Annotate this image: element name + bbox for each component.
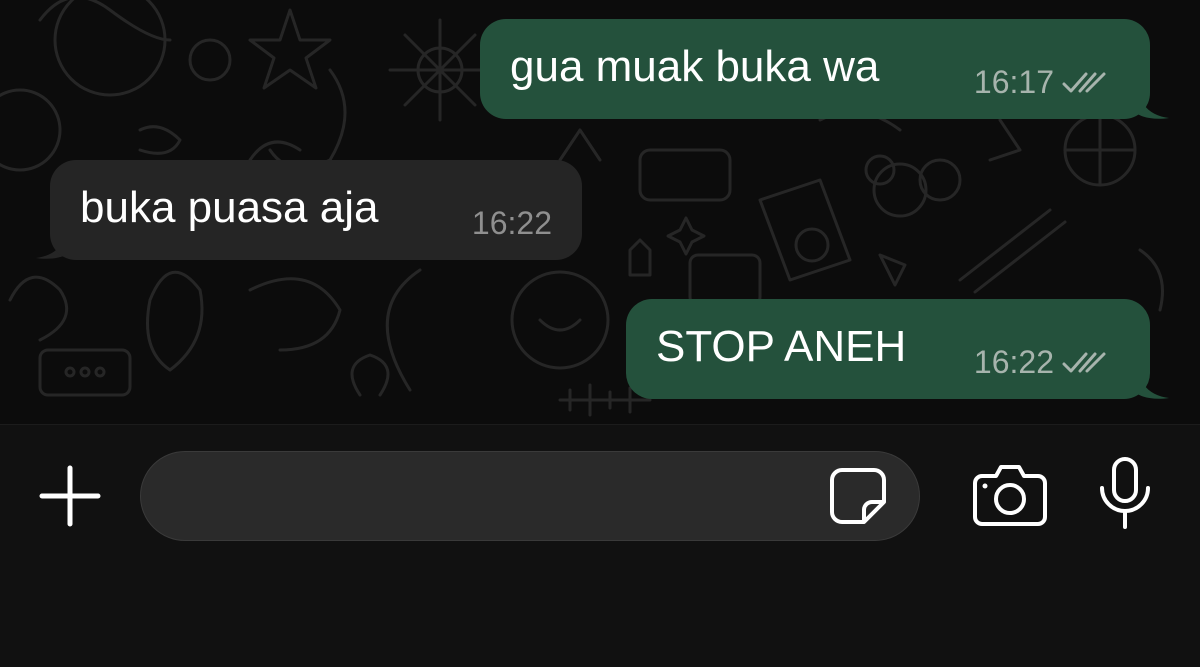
message-text: buka puasa aja	[80, 183, 379, 232]
message-bubble-incoming[interactable]: buka puasa aja 16:22	[50, 160, 582, 260]
message-time: 16:22	[973, 344, 1054, 380]
sticker-icon[interactable]	[828, 466, 888, 526]
message-meta: 16:22	[472, 205, 552, 242]
chat-area[interactable]: gua muak buka wa 16:17 buka puasa aja 16…	[0, 0, 1200, 424]
message-meta: 16:17	[974, 64, 1108, 101]
message-text: STOP ANEH	[656, 322, 907, 371]
message-input[interactable]	[171, 470, 815, 524]
microphone-icon[interactable]	[1096, 456, 1154, 530]
plus-icon[interactable]	[38, 464, 102, 528]
message-meta: 16:22	[974, 344, 1108, 381]
message-input-field[interactable]	[140, 451, 920, 541]
message-time: 16:22	[471, 205, 552, 241]
message-time: 16:17	[973, 64, 1054, 100]
double-check-icon	[1062, 352, 1106, 372]
message-bubble-outgoing[interactable]: gua muak buka wa 16:17	[480, 19, 1150, 119]
message-text: gua muak buka wa	[510, 42, 880, 91]
double-check-icon	[1062, 72, 1106, 92]
camera-icon[interactable]	[972, 462, 1048, 528]
message-bubble-outgoing[interactable]: STOP ANEH 16:22	[626, 299, 1150, 399]
